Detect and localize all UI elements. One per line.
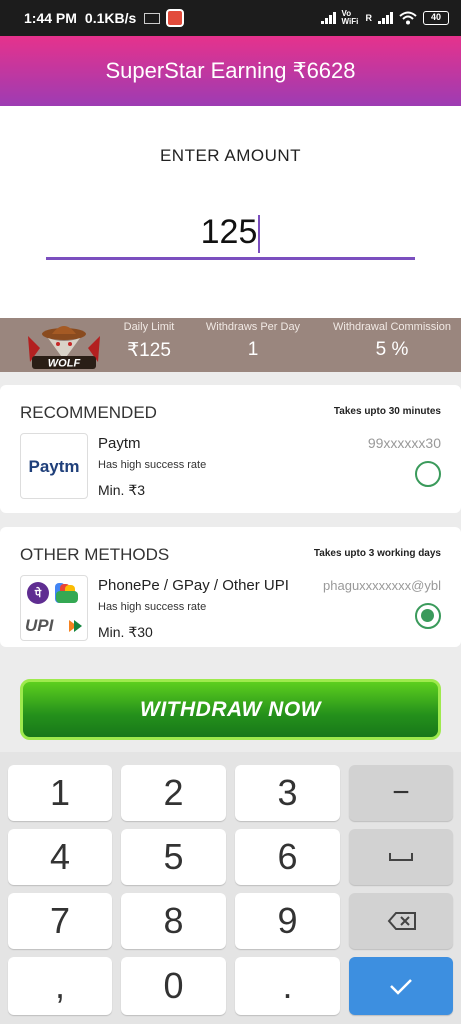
space-icon — [389, 853, 413, 861]
key-5[interactable]: 5 — [121, 829, 226, 885]
key-7[interactable]: 7 — [8, 893, 112, 949]
text-cursor — [258, 215, 261, 254]
limits-strip: WOLF Daily Limit ₹125 Withdraws Per Day … — [0, 318, 461, 372]
key-minus[interactable]: − — [349, 765, 453, 821]
amount-value: 125 — [200, 213, 258, 251]
other-methods-note: Takes upto 3 working days — [313, 548, 441, 559]
withdrawal-commission-label: Withdrawal Commission — [333, 321, 451, 333]
app-notification-icon — [166, 9, 185, 27]
daily-limit-label: Daily Limit — [123, 321, 175, 333]
amount-section: ENTER AMOUNT 125 — [0, 106, 461, 318]
paytm-radio[interactable] — [415, 461, 441, 487]
upi-logos: पे UPI — [20, 575, 88, 641]
key-3[interactable]: 3 — [235, 765, 340, 821]
method-success-rate: Has high success rate — [98, 459, 207, 471]
recommended-title: RECOMMENDED — [20, 403, 157, 422]
other-methods-card: OTHER METHODS Takes upto 3 working days … — [0, 527, 461, 647]
signal-icon-2 — [378, 12, 393, 24]
wifi-icon — [399, 11, 417, 25]
key-8[interactable]: 8 — [121, 893, 226, 949]
withdraws-per-day: Withdraws Per Day 1 — [196, 321, 310, 361]
method-name: PhonePe / GPay / Other UPI — [98, 577, 289, 594]
data-icon — [144, 12, 161, 24]
paytm-logo-icon: Paytm — [20, 433, 88, 499]
phonepe-icon: पे — [27, 582, 49, 604]
method-min: Min. ₹30 — [98, 624, 153, 640]
upi-radio[interactable] — [415, 603, 441, 629]
key-space[interactable] — [349, 829, 453, 885]
backspace-icon — [387, 912, 416, 930]
signal-icon — [320, 12, 336, 24]
key-backspace[interactable] — [349, 893, 453, 949]
key-4[interactable]: 4 — [8, 829, 112, 885]
key-1[interactable]: 1 — [8, 765, 112, 821]
withdraw-now-button[interactable]: WITHDRAW NOW — [20, 679, 441, 740]
key-comma[interactable]: , — [8, 957, 112, 1015]
key-9[interactable]: 9 — [235, 893, 340, 949]
vowifi-label: Vo WiFi — [341, 9, 359, 26]
battery-icon: 40 — [423, 11, 449, 25]
svg-text:WOLF: WOLF — [48, 358, 81, 370]
svg-text:Paytm: Paytm — [28, 457, 79, 476]
check-icon — [390, 979, 412, 995]
method-success-rate: Has high success rate — [98, 601, 207, 613]
upi-logo-icon: UPI — [25, 616, 82, 635]
recommended-note: Takes upto 30 minutes — [333, 406, 441, 417]
numeric-keyboard: 1 2 3 − 4 5 6 7 8 9 , 0 . — [0, 752, 461, 1024]
key-dot[interactable]: . — [235, 957, 340, 1015]
method-min: Min. ₹3 — [98, 482, 146, 498]
daily-limit: Daily Limit ₹125 — [118, 321, 180, 362]
key-6[interactable]: 6 — [235, 829, 340, 885]
method-account: 99xxxxxx30 — [367, 435, 441, 451]
daily-limit-value: ₹125 — [127, 340, 171, 361]
recommended-card: RECOMMENDED Takes upto 30 minutes Paytm … — [0, 385, 461, 513]
enter-amount-label: ENTER AMOUNT — [159, 146, 302, 165]
status-speed: 0.1KB/s — [84, 10, 137, 26]
app-header: SuperStar Earning ₹6628 — [0, 36, 461, 106]
gpay-icon — [55, 583, 78, 603]
withdrawal-commission: Withdrawal Commission 5 % — [324, 321, 460, 361]
amount-input[interactable]: 125 — [46, 204, 415, 260]
method-name: Paytm — [98, 435, 141, 452]
withdraws-per-day-value: 1 — [247, 339, 259, 360]
svg-text:UPI: UPI — [25, 616, 55, 635]
roaming-label: R — [365, 13, 373, 23]
key-done[interactable] — [349, 957, 453, 1015]
status-bar: 1:44 PM 0.1KB/s Vo WiFi R 40 — [0, 0, 461, 36]
svg-text:पे: पे — [34, 586, 42, 600]
method-account: phaguxxxxxxxx@ybl — [323, 578, 441, 593]
key-0[interactable]: 0 — [121, 957, 226, 1015]
wolf-logo-icon: WOLF — [28, 326, 100, 370]
page-title: SuperStar Earning ₹6628 — [105, 58, 356, 83]
key-2[interactable]: 2 — [121, 765, 226, 821]
withdraws-per-day-label: Withdraws Per Day — [205, 321, 301, 333]
withdrawal-commission-value: 5 % — [375, 339, 409, 360]
other-methods-title: OTHER METHODS — [20, 545, 170, 564]
status-time: 1:44 PM — [24, 10, 77, 26]
